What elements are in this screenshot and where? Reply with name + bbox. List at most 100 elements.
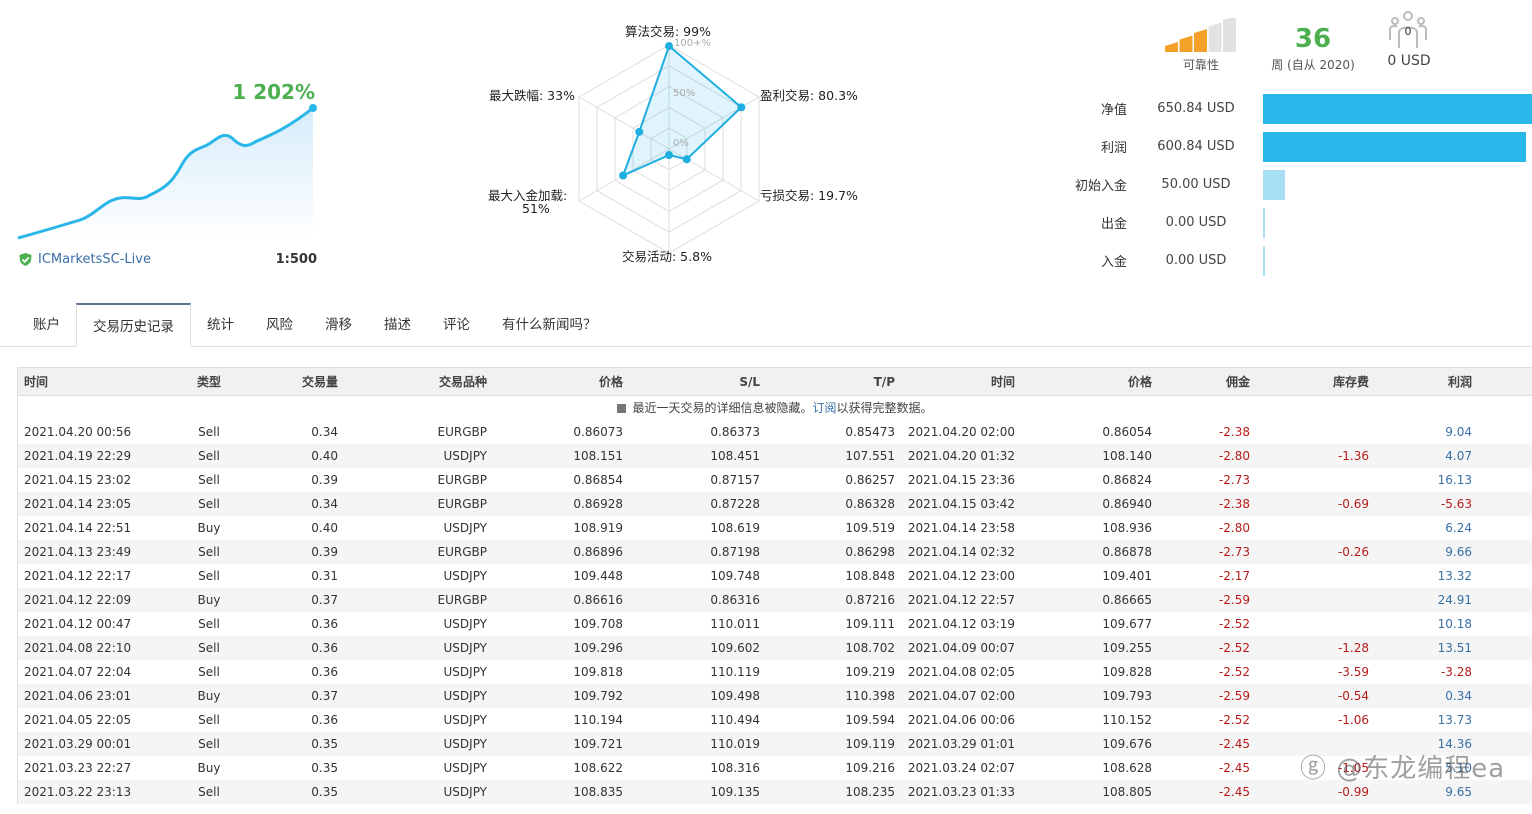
cell-T/P: 0.85473 (845, 425, 895, 439)
balance-value: 0.00 USD (1165, 252, 1227, 268)
column-header[interactable]: 库存费 (1333, 368, 1369, 396)
radar-label-loss-trades: 亏损交易: 19.7% (760, 188, 858, 203)
cell-价格: 109.828 (1102, 665, 1152, 679)
cell-价格: 110.194 (573, 713, 623, 727)
cell-交易量: 0.36 (311, 617, 338, 631)
subscribers-count: 0 (1405, 25, 1412, 38)
tab-0[interactable]: 账户 (17, 303, 76, 346)
subscribe-link[interactable]: 订阅 (812, 401, 836, 415)
cell-T/P: 108.848 (845, 569, 895, 583)
column-header[interactable]: 利润 (1448, 368, 1472, 396)
cell-交易量: 0.35 (311, 761, 338, 775)
cell-交易品种: USDJPY (443, 665, 487, 679)
radar-label-profit-trades: 盈利交易: 80.3% (760, 88, 858, 103)
cell-类型: Buy (197, 521, 221, 535)
balance-bar (1263, 132, 1527, 162)
reliability-bar (1165, 42, 1178, 52)
reliability-label: 可靠性 (1182, 58, 1219, 72)
cell-价格: 108.622 (573, 761, 623, 775)
cell-佣金: -2.80 (1218, 521, 1250, 535)
column-header[interactable]: T/P (874, 368, 895, 396)
cell-类型: Sell (198, 545, 220, 559)
tab-6[interactable]: 评论 (427, 303, 486, 346)
radar-scale-100: 100+% (674, 38, 711, 49)
radar-label-deposit-load-value: 51% (522, 201, 550, 216)
cell-佣金: -2.45 (1218, 785, 1250, 799)
table-row: 2021.04.07 22:04 Sell 0.36 USDJPY 109.818 110… (18, 660, 1532, 684)
cell-佣金: -2.38 (1218, 497, 1250, 511)
cell-S/L: 0.87157 (710, 473, 760, 487)
tab-4[interactable]: 滑移 (309, 303, 368, 346)
cell-S/L: 110.494 (710, 713, 760, 727)
radar-label-drawdown: 最大跌幅: 33% (489, 88, 575, 103)
tab-7[interactable]: 有什么新闻吗？ (486, 303, 613, 346)
cell-利润: 9.04 (1445, 425, 1472, 439)
cell-价格: 109.676 (1102, 737, 1152, 751)
balance-bar (1263, 170, 1285, 200)
cell-S/L: 109.135 (710, 785, 760, 799)
cell-价格: 109.448 (573, 569, 623, 583)
cell-类型: Sell (198, 425, 220, 439)
cell-T/P: 107.551 (845, 449, 895, 463)
cell-类型: Buy (197, 761, 221, 775)
cell-利润: 6.24 (1445, 521, 1472, 535)
column-header[interactable]: 时间 (991, 368, 1015, 396)
cell-利润: 13.51 (1437, 641, 1472, 655)
cell-时间: 2021.04.20 00:56 (24, 425, 132, 439)
cell-交易量: 0.35 (311, 737, 338, 751)
cell-佣金: -2.45 (1218, 737, 1250, 751)
cell-时间: 2021.04.05 22:05 (24, 713, 132, 727)
cell-交易量: 0.39 (311, 473, 338, 487)
column-header[interactable]: 交易品种 (439, 368, 487, 396)
cell-佣金: -2.73 (1218, 545, 1250, 559)
cell-价格: 109.401 (1102, 569, 1152, 583)
cell-价格: 109.708 (573, 617, 623, 631)
cell-价格: 108.151 (573, 449, 623, 463)
table-row: 2021.04.06 23:01 Buy 0.37 USDJPY 109.792 109.… (18, 684, 1532, 708)
cell-时间: 2021.04.15 03:42 (907, 497, 1015, 511)
column-header[interactable]: 佣金 (1226, 368, 1250, 396)
cell-时间: 2021.04.09 00:07 (907, 641, 1015, 655)
balance-row: 出金 0.00 USD (1060, 208, 1532, 238)
tab-1[interactable]: 交易历史记录 (76, 303, 191, 347)
column-header[interactable]: 交易量 (302, 368, 338, 396)
cell-价格: 0.86054 (1102, 425, 1152, 439)
cell-时间: 2021.04.06 23:01 (24, 689, 132, 703)
cell-交易品种: USDJPY (443, 713, 487, 727)
tab-bar: 账户 交易历史记录 统计 风险 滑移 描述 评论 有什么新闻吗？ (0, 303, 1532, 347)
cell-类型: Buy (197, 593, 221, 607)
table-row: 2021.04.15 23:02 Sell 0.39 EURGBP 0.86854 0.8… (18, 468, 1532, 492)
column-header[interactable]: S/L (739, 368, 760, 396)
radar-scale-50: 50% (673, 88, 696, 99)
radar-point (665, 151, 673, 160)
watermark-text: @东龙编程ea (1336, 754, 1506, 784)
cell-佣金: -2.52 (1218, 641, 1250, 655)
tab-5[interactable]: 描述 (368, 303, 427, 346)
tab-3[interactable]: 风险 (250, 303, 309, 346)
cell-S/L: 108.451 (710, 449, 760, 463)
cell-价格: 108.140 (1102, 449, 1152, 463)
cell-交易品种: USDJPY (443, 617, 487, 631)
cell-时间: 2021.04.14 23:05 (24, 497, 132, 511)
column-header[interactable]: 时间 (24, 368, 48, 396)
cell-T/P: 0.86298 (845, 545, 895, 559)
cell-时间: 2021.04.07 22:04 (24, 665, 132, 679)
cell-交易量: 0.40 (311, 521, 338, 535)
tab-2[interactable]: 统计 (191, 303, 250, 346)
cell-价格: 108.936 (1102, 521, 1152, 535)
cell-时间: 2021.04.13 23:49 (24, 545, 132, 559)
account-server[interactable]: ICMarketsSC-Live (18, 252, 151, 267)
cell-S/L: 110.119 (710, 665, 760, 679)
radar-point (682, 155, 691, 164)
cell-T/P: 0.86257 (845, 473, 895, 487)
column-header[interactable]: 类型 (179, 368, 239, 396)
cell-交易品种: USDJPY (443, 689, 487, 703)
cell-类型: Sell (198, 737, 220, 751)
cell-价格: 109.255 (1102, 641, 1152, 655)
cell-时间: 2021.04.12 22:09 (24, 593, 132, 607)
column-header[interactable]: 价格 (1128, 368, 1152, 396)
weeks-count: 36 (1294, 24, 1332, 54)
balance-value: 50.00 USD (1161, 176, 1231, 192)
cell-类型: Sell (198, 785, 220, 799)
column-header[interactable]: 价格 (599, 368, 623, 396)
